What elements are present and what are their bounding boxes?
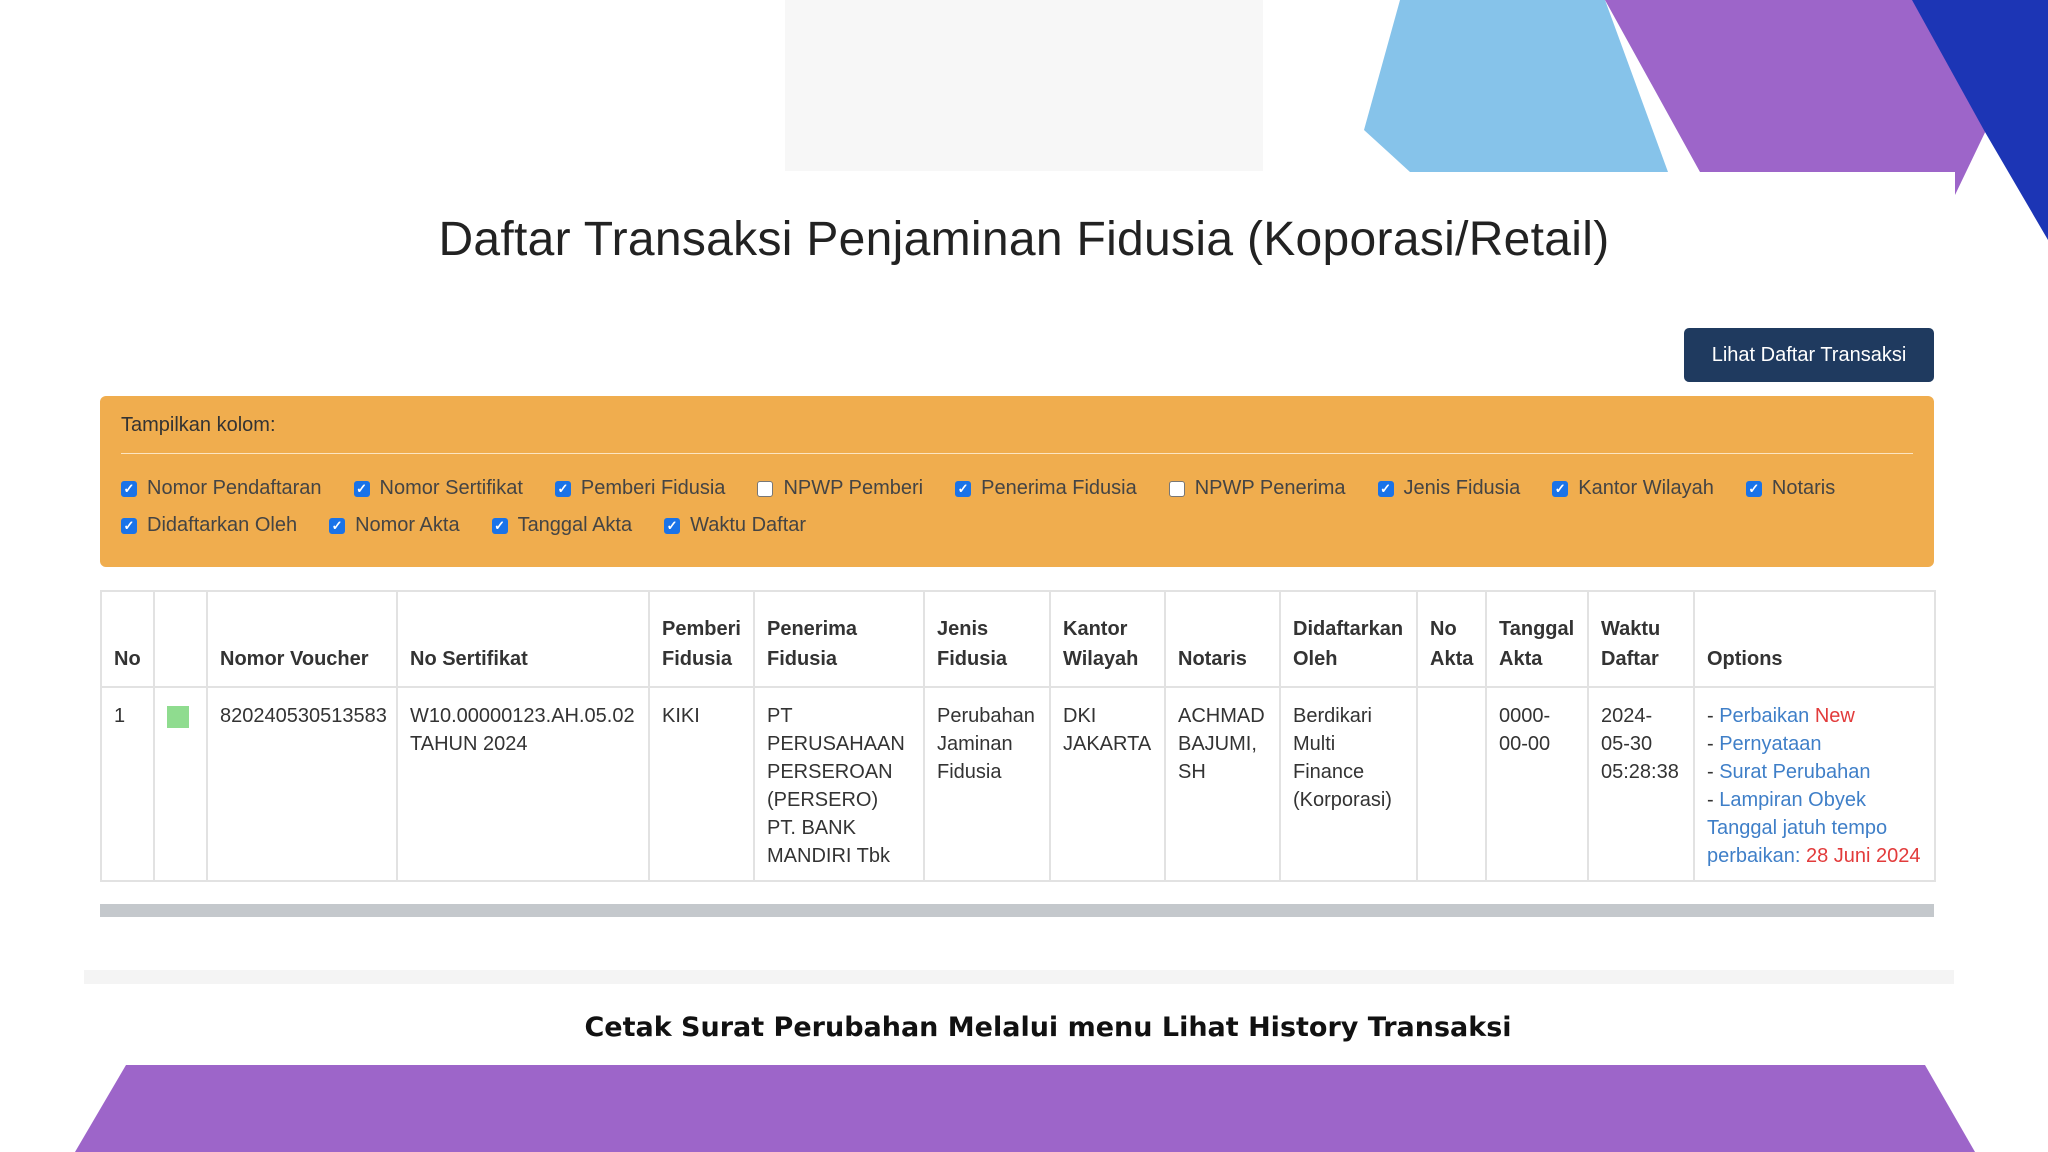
column-toggle-label: Kantor Wilayah	[1578, 477, 1714, 499]
cell-waktu-daftar: 2024- 05-30 05:28:38	[1587, 686, 1695, 882]
lihat-daftar-transaksi-button[interactable]: Lihat Daftar Transaksi	[1684, 328, 1934, 382]
perbaikan-link[interactable]: Perbaikan	[1719, 705, 1809, 727]
column-toggle-label: NPWP Pemberi	[783, 477, 924, 499]
header-didaftarkan-oleh[interactable]: Didaftarkan Oleh	[1279, 590, 1418, 688]
column-toggle-nomor-akta[interactable]: ✓ Nomor Akta	[329, 514, 460, 537]
column-toggle-npwp-pemberi[interactable]: NPWP Pemberi	[757, 477, 923, 500]
table-header-row: No Nomor Voucher No Sertifikat Pemberi Fi…	[100, 590, 1936, 688]
header-no-sertifikat[interactable]: No Sertifikat	[396, 590, 650, 688]
header-kantor-wilayah[interactable]: Kantor Wilayah	[1049, 590, 1166, 688]
column-toggle-label: Notaris	[1771, 477, 1836, 499]
column-toggle-kantor-wilayah[interactable]: ✓ Kantor Wilayah	[1552, 477, 1714, 500]
column-toggle-label: Nomor Akta	[355, 514, 460, 536]
cell-penerima-fidusia: PT PERUSAHAAN PERSEROAN (PERSERO) PT. BANK MA…	[753, 686, 925, 882]
checkbox-checked-icon[interactable]: ✓	[121, 480, 137, 497]
column-toggle-label: Nomor Pendaftaran	[147, 477, 322, 499]
header-tanggal-akta[interactable]: Tanggal Akta	[1485, 590, 1589, 688]
checkbox-checked-icon[interactable]: ✓	[955, 480, 972, 497]
column-toggle-label: Penerima Fidusia	[981, 477, 1137, 499]
pernyataan-link[interactable]: Pernyataan	[1719, 733, 1821, 755]
header-no-akta[interactable]: No Akta	[1416, 590, 1487, 688]
cell-notaris: ACHMAD BAJUMI, SH	[1164, 686, 1281, 882]
column-panel-heading: Tampilkan kolom:	[121, 414, 276, 436]
header-notaris[interactable]: Notaris	[1164, 590, 1281, 688]
header-options: Options	[1693, 590, 1936, 688]
due-date-note-line-2: perbaikan: 28 Juni 2024	[1707, 845, 1921, 867]
lampiran-obyek-link[interactable]: Lampiran Obyek	[1719, 789, 1866, 811]
transaction-table: No Nomor Voucher No Sertifikat Pemberi Fi…	[100, 590, 1936, 882]
cell-no: 1	[100, 686, 155, 882]
new-badge: New	[1814, 705, 1855, 727]
cell-didaftarkan-oleh: Berdikari Multi Finance (Korporasi)	[1279, 686, 1418, 882]
column-toggle-label: Waktu Daftar	[690, 514, 807, 536]
header-penerima-fidusia[interactable]: Penerima Fidusia	[753, 590, 925, 688]
column-toggle-row-1: ✓ Nomor Pendaftaran ✓ Nomor Sertifikat ✓ Pemb…	[121, 470, 1913, 507]
column-toggle-pemberi-fidusia[interactable]: ✓ Pemberi Fidusia	[554, 477, 726, 500]
column-toggle-label: Jenis Fidusia	[1403, 477, 1521, 499]
header-pemberi-fidusia[interactable]: Pemberi Fidusia	[648, 590, 755, 688]
cell-no-akta	[1416, 686, 1487, 882]
checkbox-unchecked-icon[interactable]	[757, 480, 774, 497]
checkbox-checked-icon[interactable]: ✓	[1745, 480, 1762, 497]
header-nomor-voucher[interactable]: Nomor Voucher	[206, 590, 398, 688]
column-toggle-row-2: ✓ Didaftarkan Oleh ✓ Nomor Akta ✓ Tanggal Akt…	[121, 507, 1913, 544]
column-toggle-npwp-penerima[interactable]: NPWP Penerima	[1168, 477, 1346, 500]
checkbox-checked-icon[interactable]: ✓	[1552, 480, 1569, 497]
header-status	[153, 590, 208, 688]
page-title: Daftar Transaksi Penjaminan Fidusia (Kop…	[438, 213, 1610, 266]
cell-no-sertifikat: W10.00000123.AH.05.02 TAHUN 2024	[396, 686, 650, 882]
column-toggle-nomor-pendaftaran[interactable]: ✓ Nomor Pendaftaran	[121, 477, 322, 500]
column-toggle-label: Nomor Sertifikat	[379, 477, 523, 499]
cell-options: - Perbaikan New - Pernyataan - Surat Per…	[1693, 686, 1936, 882]
option-surat-perubahan: - Surat Perubahan	[1707, 761, 1871, 783]
checkbox-checked-icon[interactable]: ✓	[554, 480, 571, 497]
checkbox-checked-icon[interactable]: ✓	[664, 517, 681, 534]
checkbox-checked-icon[interactable]: ✓	[353, 480, 370, 497]
cell-status	[153, 686, 208, 882]
cell-jenis-fidusia: Perubahan Jaminan Fidusia	[923, 686, 1051, 882]
option-perbaikan: - Perbaikan New	[1707, 705, 1855, 727]
column-toggle-notaris[interactable]: ✓ Notaris	[1745, 477, 1836, 500]
column-toggle-tanggal-akta[interactable]: ✓ Tanggal Akta	[491, 514, 633, 537]
slide-caption: Cetak Surat Perubahan Melalui menu Lihat…	[584, 1012, 1512, 1043]
cell-tanggal-akta: 0000- 00-00	[1485, 686, 1589, 882]
option-pernyataan: - Pernyataan	[1707, 733, 1822, 755]
checkbox-unchecked-icon[interactable]	[1168, 480, 1185, 497]
column-toggle-label: Tanggal Akta	[517, 514, 633, 536]
header-no[interactable]: No	[100, 590, 155, 688]
column-toggle-penerima-fidusia[interactable]: ✓ Penerima Fidusia	[955, 477, 1137, 500]
checkbox-checked-icon[interactable]: ✓	[121, 517, 137, 534]
column-toggle-waktu-daftar[interactable]: ✓ Waktu Daftar	[664, 514, 806, 537]
divider	[121, 453, 1913, 454]
table-row: 1 820240530513583 W10.00000123.AH.05.02 T…	[100, 686, 1936, 882]
column-toggle-jenis-fidusia[interactable]: ✓ Jenis Fidusia	[1377, 477, 1521, 500]
checkbox-checked-icon[interactable]: ✓	[329, 517, 346, 534]
due-date-note-line-1: Tanggal jatuh tempo	[1707, 817, 1888, 839]
header-waktu-daftar[interactable]: Waktu Daftar	[1587, 590, 1695, 688]
due-date-value: 28 Juni 2024	[1805, 845, 1921, 867]
footer-divider-band	[84, 970, 1954, 984]
cell-nomor-voucher: 820240530513583	[206, 686, 398, 882]
checkbox-checked-icon[interactable]: ✓	[1377, 480, 1394, 497]
column-toggle-didaftarkan-oleh[interactable]: ✓ Didaftarkan Oleh	[121, 514, 297, 537]
horizontal-scrollbar[interactable]	[100, 904, 1934, 917]
column-toggle-label: Pemberi Fidusia	[580, 477, 726, 499]
column-toggle-panel: Tampilkan kolom: ✓ Nomor Pendaftaran ✓ Nomo…	[100, 396, 1934, 567]
checkbox-checked-icon[interactable]: ✓	[491, 517, 508, 534]
status-indicator	[167, 706, 189, 728]
column-toggle-label: NPWP Penerima	[1194, 477, 1346, 499]
option-lampiran-obyek: - Lampiran Obyek	[1707, 789, 1866, 811]
column-toggle-nomor-sertifikat[interactable]: ✓ Nomor Sertifikat	[353, 477, 523, 500]
surat-perubahan-link[interactable]: Surat Perubahan	[1719, 761, 1870, 783]
column-toggle-label: Didaftarkan Oleh	[147, 514, 298, 536]
cell-pemberi-fidusia: KIKI	[648, 686, 755, 882]
cell-kantor-wilayah: DKI JAKARTA	[1049, 686, 1166, 882]
decorative-band-bottom	[75, 1065, 1975, 1152]
header-jenis-fidusia[interactable]: Jenis Fidusia	[923, 590, 1051, 688]
